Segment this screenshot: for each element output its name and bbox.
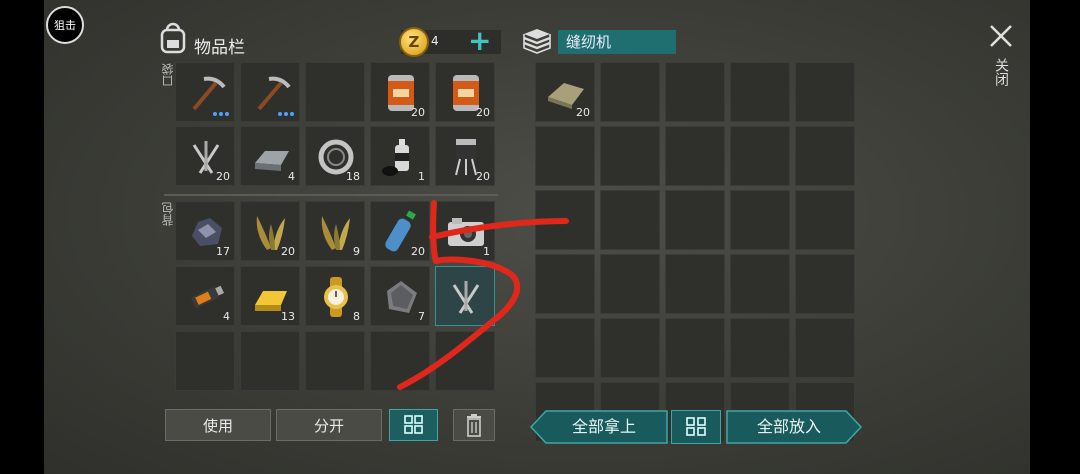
red-annotation xyxy=(397,200,569,390)
snipe-button[interactable]: 狙击 xyxy=(46,6,84,44)
crafting-slot[interactable] xyxy=(600,318,660,378)
crafting-slot[interactable] xyxy=(730,318,790,378)
put-all-label: 全部放入 xyxy=(756,417,821,436)
game-screen: 狙击 物品栏 Z 4 + 口袋 背包 20 20 20 4 18 1 20 17 20 9 20 1 4… xyxy=(44,0,1030,474)
sort-button-right[interactable] xyxy=(671,410,721,444)
inventory-slot[interactable]: 17 xyxy=(175,201,235,261)
item-quantity: 20 xyxy=(216,170,230,183)
inventory-slot[interactable]: 13 xyxy=(240,266,300,326)
crafting-slot[interactable] xyxy=(535,126,595,186)
trash-button[interactable] xyxy=(453,409,495,441)
item-quantity: 20 xyxy=(476,106,490,119)
item-quantity: 17 xyxy=(216,245,230,258)
crafting-slot[interactable] xyxy=(730,126,790,186)
crafting-slot[interactable]: 20 xyxy=(535,62,595,122)
item-quantity: 13 xyxy=(281,310,295,323)
inventory-slot[interactable]: 20 xyxy=(240,201,300,261)
inventory-slot[interactable] xyxy=(175,331,235,391)
item-quantity: 4 xyxy=(288,170,295,183)
crafting-slot[interactable] xyxy=(665,62,725,122)
inventory-slot[interactable]: 4 xyxy=(240,126,300,186)
snipe-button-label: 狙击 xyxy=(54,19,76,32)
backpack-label: 背包 xyxy=(161,202,175,226)
durability-dots xyxy=(278,112,294,116)
pocket-label: 口袋 xyxy=(161,63,175,87)
close-label: 关闭 xyxy=(993,58,1009,86)
inventory-slot[interactable]: 20 xyxy=(435,62,495,122)
sewing-machine-icon xyxy=(520,26,554,56)
item-quantity: 8 xyxy=(353,310,360,323)
crafting-slot[interactable] xyxy=(730,254,790,314)
backpack-icon xyxy=(158,22,188,54)
inventory-slot[interactable] xyxy=(305,62,365,122)
inventory-slot[interactable]: 20 xyxy=(175,126,235,186)
take-all-button[interactable]: 全部拿上 xyxy=(530,410,668,444)
item-quantity: 20 xyxy=(576,106,590,119)
item-quantity: 4 xyxy=(223,310,230,323)
use-button[interactable]: 使用 xyxy=(165,409,271,441)
item-quantity: 18 xyxy=(346,170,360,183)
crafting-slot[interactable] xyxy=(600,190,660,250)
gold-coin-icon: Z xyxy=(399,27,429,57)
inventory-slot[interactable]: 18 xyxy=(305,126,365,186)
crafting-slot[interactable] xyxy=(795,190,855,250)
crafting-slot[interactable] xyxy=(665,126,725,186)
sort-button-left[interactable] xyxy=(389,409,438,441)
close-button[interactable]: 关闭 xyxy=(986,22,1016,102)
crafting-slot[interactable] xyxy=(795,126,855,186)
currency-value: 4 xyxy=(431,34,439,48)
item-quantity: 20 xyxy=(476,170,490,183)
crafting-title: 缝纫机 xyxy=(558,30,676,54)
crafting-slot[interactable] xyxy=(665,254,725,314)
inventory-slot[interactable]: 8 xyxy=(305,266,365,326)
crafting-slot[interactable] xyxy=(730,62,790,122)
crafting-slot[interactable] xyxy=(795,318,855,378)
add-currency-button[interactable]: + xyxy=(468,25,491,57)
inventory-title: 物品栏 xyxy=(194,38,245,58)
crafting-slot[interactable] xyxy=(795,62,855,122)
item-quantity: 9 xyxy=(353,245,360,258)
crafting-slot[interactable] xyxy=(795,254,855,314)
close-icon xyxy=(990,25,1012,47)
put-all-button[interactable]: 全部放入 xyxy=(726,410,862,444)
grid-sort-icon xyxy=(404,415,423,434)
item-quantity: 1 xyxy=(418,170,425,183)
item-quantity: 20 xyxy=(411,106,425,119)
trash-icon xyxy=(467,414,481,437)
crafting-slot[interactable] xyxy=(665,190,725,250)
item-quantity: 20 xyxy=(281,245,295,258)
inventory-slot[interactable] xyxy=(240,62,300,122)
grid-sort-icon xyxy=(686,417,706,436)
crafting-slot[interactable] xyxy=(730,190,790,250)
crafting-slot[interactable] xyxy=(600,126,660,186)
crafting-slot[interactable] xyxy=(665,318,725,378)
inventory-slot[interactable]: 1 xyxy=(370,126,430,186)
inventory-slot[interactable]: 9 xyxy=(305,201,365,261)
crafting-slot[interactable] xyxy=(600,254,660,314)
crafting-slot[interactable] xyxy=(600,62,660,122)
inventory-slot[interactable]: 20 xyxy=(370,62,430,122)
inventory-slot[interactable] xyxy=(175,62,235,122)
inventory-slot[interactable] xyxy=(240,331,300,391)
split-button[interactable]: 分开 xyxy=(276,409,382,441)
inventory-slot[interactable]: 4 xyxy=(175,266,235,326)
take-all-label: 全部拿上 xyxy=(571,417,636,436)
inventory-slot[interactable]: 20 xyxy=(435,126,495,186)
inventory-slot[interactable] xyxy=(305,331,365,391)
durability-dots xyxy=(213,112,229,116)
